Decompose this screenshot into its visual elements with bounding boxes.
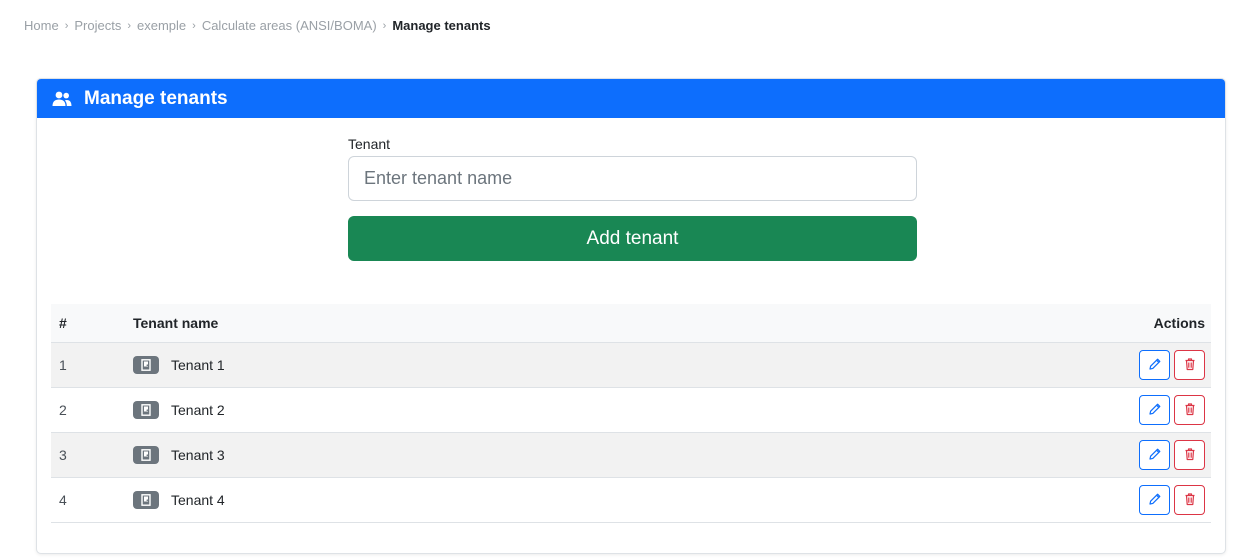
breadcrumb-current: Manage tenants — [392, 18, 491, 33]
edit-tenant-button[interactable] — [1139, 350, 1170, 380]
tenant-name: Tenant 3 — [171, 447, 225, 463]
row-tenant-name-cell: Tenant 2 — [133, 401, 1011, 419]
row-actions — [1011, 395, 1211, 425]
door-icon — [133, 491, 159, 509]
card-title: Manage tenants — [84, 87, 228, 109]
row-number: 3 — [59, 447, 67, 463]
delete-tenant-button[interactable] — [1174, 350, 1205, 380]
pencil-icon — [1148, 357, 1162, 374]
tenant-name-input[interactable] — [348, 156, 917, 201]
tenant-name: Tenant 1 — [171, 357, 225, 373]
row-actions — [1011, 350, 1211, 380]
edit-tenant-button[interactable] — [1139, 440, 1170, 470]
edit-tenant-button[interactable] — [1139, 485, 1170, 515]
column-header-actions: Actions — [1153, 315, 1205, 331]
card-header: Manage tenants — [37, 79, 1225, 118]
table-row: 4 Tenant 4 — [51, 478, 1211, 523]
tenant-name: Tenant 4 — [171, 492, 225, 508]
breadcrumb-separator: › — [127, 19, 131, 32]
table-row: 2 Tenant 2 — [51, 388, 1211, 433]
door-icon — [133, 401, 159, 419]
manage-tenants-card: Manage tenants Tenant Add tenant # Tenan… — [36, 78, 1226, 554]
tenant-label: Tenant — [348, 136, 391, 152]
row-number: 4 — [59, 492, 67, 508]
breadcrumb-projects[interactable]: Projects — [74, 18, 121, 33]
door-icon — [133, 446, 159, 464]
trash-icon — [1183, 492, 1197, 509]
breadcrumb-project[interactable]: exemple — [137, 18, 186, 33]
delete-tenant-button[interactable] — [1174, 485, 1205, 515]
breadcrumb-calculate-areas[interactable]: Calculate areas (ANSI/BOMA) — [202, 18, 377, 33]
trash-icon — [1183, 402, 1197, 419]
trash-icon — [1183, 357, 1197, 374]
table-header: # Tenant name Actions — [51, 304, 1211, 343]
pencil-icon — [1148, 402, 1162, 419]
door-icon — [133, 356, 159, 374]
users-icon — [52, 91, 72, 107]
tenants-table: # Tenant name Actions 1 Tenant 1 2 Tenan… — [51, 304, 1211, 523]
delete-tenant-button[interactable] — [1174, 440, 1205, 470]
row-number: 2 — [59, 402, 67, 418]
pencil-icon — [1148, 447, 1162, 464]
breadcrumb-separator: › — [382, 19, 387, 32]
add-tenant-button[interactable]: Add tenant — [348, 216, 917, 261]
row-actions — [1011, 440, 1211, 470]
row-tenant-name-cell: Tenant 4 — [133, 491, 1011, 509]
delete-tenant-button[interactable] — [1174, 395, 1205, 425]
row-actions — [1011, 485, 1211, 515]
pencil-icon — [1148, 492, 1162, 509]
breadcrumb: Home › Projects › exemple › Calculate ar… — [24, 18, 491, 33]
row-tenant-name-cell: Tenant 3 — [133, 446, 1011, 464]
table-row: 3 Tenant 3 — [51, 433, 1211, 478]
edit-tenant-button[interactable] — [1139, 395, 1170, 425]
row-tenant-name-cell: Tenant 1 — [133, 356, 1011, 374]
breadcrumb-separator: › — [64, 19, 69, 32]
breadcrumb-separator: › — [192, 19, 196, 32]
breadcrumb-home[interactable]: Home — [24, 18, 59, 33]
tenant-name: Tenant 2 — [171, 402, 225, 418]
row-number: 1 — [59, 357, 67, 373]
column-header-number: # — [59, 315, 67, 331]
trash-icon — [1183, 447, 1197, 464]
add-tenant-form: Tenant Add tenant — [348, 136, 917, 261]
table-row: 1 Tenant 1 — [51, 343, 1211, 388]
column-header-tenant-name: Tenant name — [133, 315, 219, 331]
